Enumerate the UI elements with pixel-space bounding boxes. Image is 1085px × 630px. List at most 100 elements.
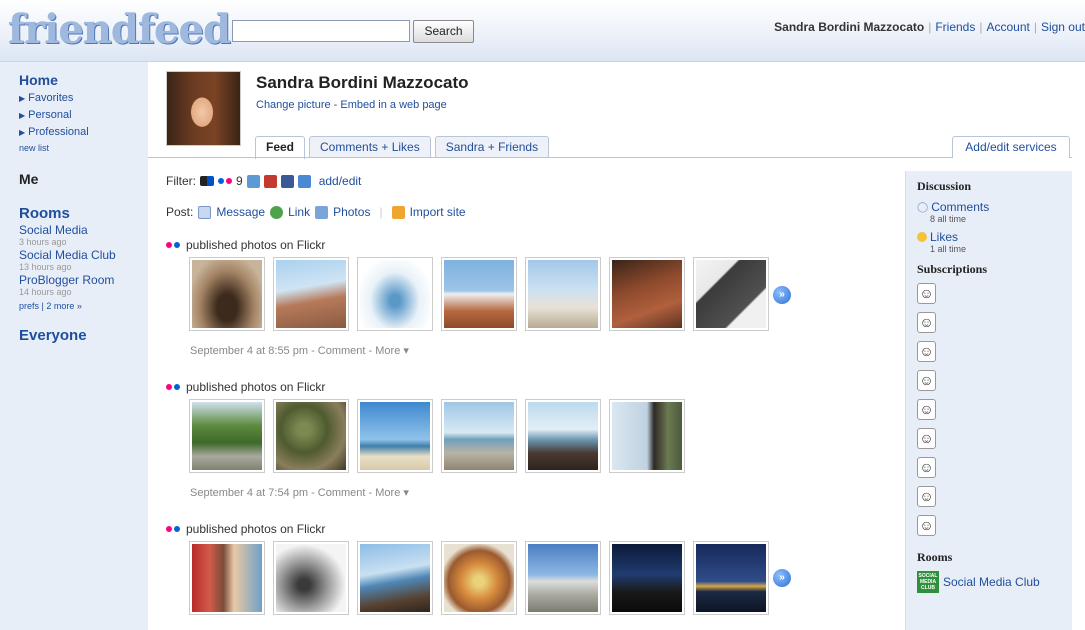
sidebar-room-problogger[interactable]: ProBlogger Room (19, 274, 148, 287)
tab-divider (148, 157, 1072, 158)
subscription-avatar-icon[interactable]: ☺ (917, 283, 936, 304)
user-name-link[interactable]: Sandra Bordini Mazzocato (774, 20, 924, 34)
subscription-avatar-icon[interactable]: ☺ (917, 457, 936, 478)
tab-feed[interactable]: Feed (255, 136, 306, 159)
photo-thumbnail[interactable] (441, 541, 517, 615)
sidebar-item-professional[interactable]: ▶ Professional (19, 124, 148, 141)
rooms-heading: Rooms (917, 550, 953, 564)
sidebar-item-personal[interactable]: ▶ Personal (19, 107, 148, 124)
likes-count: 1 all time (930, 244, 967, 254)
photo-thumbnail[interactable] (525, 399, 601, 473)
entry-header: published photos on Flickr (166, 522, 325, 536)
friendfeed-filter-icon[interactable] (200, 176, 214, 186)
photo-thumbnail[interactable] (609, 257, 685, 331)
tab-sandra-friends[interactable]: Sandra + Friends (434, 136, 550, 158)
entry-header: published photos on Flickr (166, 238, 325, 252)
divider: | (379, 205, 383, 219)
photo-thumbnail[interactable] (609, 399, 685, 473)
friends-link[interactable]: Friends (935, 20, 975, 34)
flickr-filter-icon[interactable] (218, 178, 232, 184)
filter-add-edit-link[interactable]: add/edit (319, 174, 362, 188)
photo-thumbnail[interactable] (693, 257, 769, 331)
message-icon (198, 205, 212, 219)
filter-count: 9 (236, 174, 243, 188)
entry-meta[interactable]: September 4 at 7:54 pm - Comment - More … (190, 486, 409, 499)
likes-link[interactable]: Likes (917, 230, 1072, 244)
photo-thumbnail[interactable] (357, 541, 433, 615)
photo-thumbnail[interactable] (609, 541, 685, 615)
photo-thumbnail[interactable] (441, 257, 517, 331)
room-time: 3 hours ago (19, 237, 67, 247)
sidebar-everyone[interactable]: Everyone (19, 327, 148, 344)
comments-count: 8 all time (930, 214, 967, 224)
photo-thumbnail[interactable] (357, 399, 433, 473)
like-icon (917, 232, 927, 242)
photo-strip (189, 257, 769, 331)
photo-thumbnail[interactable] (693, 541, 769, 615)
photo-thumbnail[interactable] (357, 257, 433, 331)
entry-meta[interactable]: September 4 at 8:55 pm - Comment - More … (190, 344, 409, 357)
post-message-link[interactable]: Message (216, 205, 265, 219)
sidebar-item-favorites[interactable]: ▶ Favorites (19, 90, 148, 107)
post-photos-link[interactable]: Photos (333, 205, 370, 219)
top-navigation: Sandra Bordini Mazzocato | Friends | Account… (774, 20, 1085, 34)
subscription-avatar-icon[interactable]: ☺ (917, 399, 936, 420)
subscription-avatar-icon[interactable]: ☺ (917, 312, 936, 333)
post-label: Post: (166, 205, 194, 219)
facebook-filter-icon[interactable] (280, 174, 294, 188)
photos-icon (315, 205, 329, 219)
tab-comments-likes[interactable]: Comments + Likes (309, 136, 431, 158)
sidebar-room-social-media[interactable]: Social Media (19, 224, 148, 237)
triangle-right-icon: ▶ (19, 128, 26, 137)
photo-thumbnail[interactable] (189, 399, 265, 473)
photo-thumbnail[interactable] (525, 541, 601, 615)
subscriptions-heading: Subscriptions (917, 262, 988, 276)
subscription-avatar-icon[interactable]: ☺ (917, 486, 936, 507)
subscription-avatar-icon[interactable]: ☺ (917, 428, 936, 449)
photo-thumbnail[interactable] (189, 541, 265, 615)
new-list-link[interactable]: new list (19, 143, 148, 153)
youtube-filter-icon[interactable] (263, 174, 277, 188)
sign-out-link[interactable]: Sign out (1041, 20, 1085, 34)
photo-thumbnail[interactable] (525, 257, 601, 331)
search-button[interactable]: Search (413, 20, 474, 43)
flickr-icon (166, 384, 180, 390)
right-sidebar: Discussion ◯ Comments 8 all time Likes 1 … (905, 171, 1072, 630)
post-link-link[interactable]: Link (288, 205, 310, 219)
account-link[interactable]: Account (986, 20, 1029, 34)
profile-links[interactable]: Change picture - Embed in a web page (256, 99, 447, 111)
next-photos-icon[interactable]: » (773, 569, 791, 587)
comments-link[interactable]: ◯ Comments (917, 200, 1072, 214)
photo-thumbnail[interactable] (273, 399, 349, 473)
photo-thumbnail[interactable] (441, 399, 517, 473)
sidebar-room-social-media-club[interactable]: Social Media Club (19, 249, 148, 262)
entry-header: published photos on Flickr (166, 380, 325, 394)
link-icon (270, 205, 284, 219)
search-input[interactable] (232, 20, 410, 42)
photo-thumbnail[interactable] (273, 257, 349, 331)
blog-filter-icon[interactable] (297, 174, 311, 188)
prefs-link[interactable]: prefs | 2 more » (19, 301, 148, 311)
next-photos-icon[interactable]: » (773, 286, 791, 304)
filter-label: Filter: (166, 174, 196, 188)
subscription-avatar-icon[interactable]: ☺ (917, 515, 936, 536)
left-sidebar: Home ▶ Favorites ▶ Personal ▶ Professional … (0, 62, 148, 630)
triangle-right-icon: ▶ (19, 111, 26, 120)
profile-picture[interactable] (166, 71, 241, 146)
comment-bubble-icon: ◯ (917, 201, 929, 213)
photo-strip (189, 399, 685, 473)
room-social-media-club[interactable]: SOCIAL MEDIA CLUB Social Media Club (917, 571, 1072, 593)
add-edit-services-tab[interactable]: Add/edit services (952, 136, 1070, 158)
subscription-avatar-icon[interactable]: ☺ (917, 341, 936, 362)
social-media-club-logo: SOCIAL MEDIA CLUB (917, 571, 939, 593)
subscription-avatar-icon[interactable]: ☺ (917, 370, 936, 391)
friendfeed-logo[interactable]: friendfeed (8, 8, 231, 52)
sidebar-home[interactable]: Home (19, 72, 148, 88)
rss-filter-icon[interactable] (246, 174, 260, 188)
import-site-link[interactable]: Import site (410, 205, 466, 219)
photo-thumbnail[interactable] (273, 541, 349, 615)
photo-thumbnail[interactable] (189, 257, 265, 331)
sidebar-rooms[interactable]: Rooms (19, 205, 148, 222)
flickr-icon (166, 242, 180, 248)
sidebar-me[interactable]: Me (19, 171, 148, 187)
